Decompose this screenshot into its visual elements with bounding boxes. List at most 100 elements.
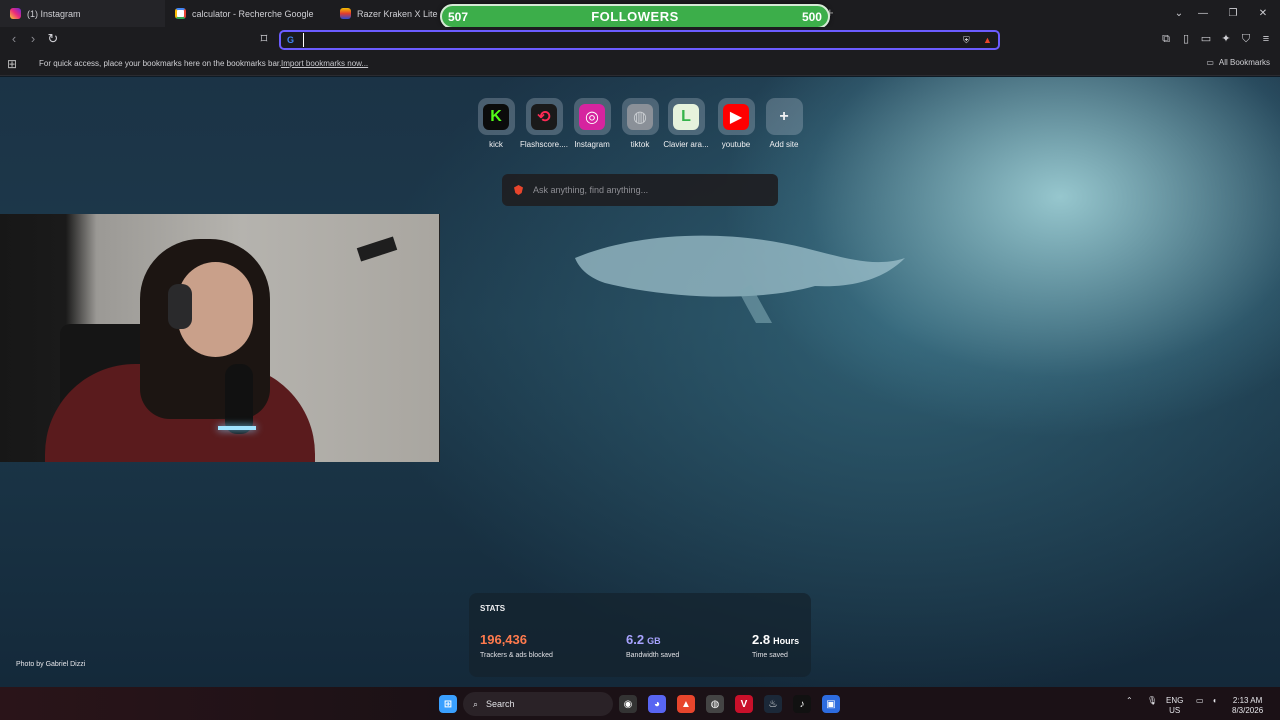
leo-ai-icon[interactable]: ✦ (1218, 31, 1234, 47)
volume-icon[interactable]: ◖ (1212, 696, 1217, 706)
microphone-icon[interactable]: 🎙 (1147, 696, 1157, 706)
extensions-icon[interactable]: ⧉ (1158, 31, 1174, 47)
minimize-button[interactable]: — (1188, 0, 1218, 27)
headphone (168, 284, 192, 329)
photo-credit[interactable]: Photo by Gabriel Dizzi (16, 661, 85, 668)
tab-title: calculator - Recherche Google (192, 8, 314, 19)
shortcut-flashscore[interactable]: ⟲ Flashscore.... (519, 98, 569, 149)
razer-icon (340, 8, 351, 19)
menu-icon[interactable]: ≡ (1258, 31, 1274, 47)
tab-title: Razer Kraken X Lite (Noir (357, 8, 450, 19)
app-icon[interactable]: ◍ (706, 695, 724, 713)
stat-desc: Trackers & ads blocked (480, 652, 553, 659)
tiktok-icon[interactable]: ♪ (793, 695, 811, 713)
kick-icon: K (483, 103, 509, 130)
instagram-icon (10, 8, 21, 19)
google-icon: G (287, 35, 295, 45)
obs-icon[interactable]: ◉ (619, 695, 637, 713)
language-indicator[interactable]: ENG US (1166, 696, 1183, 716)
shortcut-label: Add site (769, 140, 799, 149)
app-window-icon[interactable]: ▣ (822, 695, 840, 713)
brave-lion-icon (514, 185, 523, 195)
search-placeholder: Ask anything, find anything... (533, 185, 649, 195)
tray-overflow-chevron-icon[interactable]: ⌃ (1126, 696, 1133, 706)
sidebar-icon[interactable]: ▯ (1178, 31, 1194, 47)
shortcut-kick[interactable]: K kick (471, 98, 521, 149)
stat-unit: GB (647, 636, 661, 646)
shortcut-youtube[interactable]: ▶ youtube (711, 98, 761, 149)
followers-current: 507 (448, 9, 469, 24)
tab-razer[interactable]: Razer Kraken X Lite (Noir (330, 0, 450, 27)
taskbar (0, 687, 1280, 720)
all-bookmarks-label: All Bookmarks (1218, 58, 1270, 67)
clock[interactable]: 2:13 AM 8/3/2026 (1232, 696, 1263, 716)
steam-icon[interactable]: ♨ (764, 695, 782, 713)
stat-bandwidth: 6.2 GB Bandwidth saved (626, 631, 679, 659)
stat-trackers: 196,436 Trackers & ads blocked (480, 631, 553, 659)
clavier-icon: L (673, 103, 699, 130)
lang-top: ENG (1166, 696, 1184, 705)
clock-time: 2:13 AM (1232, 696, 1263, 705)
shortcut-clavier-arabe[interactable]: L Clavier ara... (661, 98, 711, 149)
google-icon (175, 8, 186, 19)
all-bookmarks-button[interactable]: ▭ All Bookmarks (1206, 58, 1270, 67)
flashscore-icon: ⟲ (531, 103, 557, 130)
followers-label: FOLLOWERS (591, 9, 679, 24)
brave-rewards-icon[interactable]: ▲ (983, 35, 992, 45)
youtube-icon: ▶ (723, 103, 749, 130)
forward-arrow-icon[interactable]: › (25, 31, 41, 47)
address-bar[interactable]: G ⛨ ▲ (279, 30, 1000, 50)
taskbar-search[interactable]: ⌕ Search (463, 692, 613, 716)
globe-icon: ◍ (627, 103, 653, 130)
stat-value: 6.2 (626, 632, 645, 647)
stat-desc: Time saved (752, 652, 788, 659)
search-box[interactable]: Ask anything, find anything... (502, 174, 778, 206)
back-arrow-icon[interactable]: ‹ (6, 31, 22, 47)
clock-date: 8/3/2026 (1232, 706, 1264, 715)
mic-light (218, 426, 256, 430)
stat-unit: Hours (773, 636, 800, 646)
shortcut-label: tiktok (630, 140, 650, 149)
stat-value: 196,436 (480, 632, 527, 647)
brave-shields-icon[interactable]: ⛨ (963, 35, 970, 46)
wallet-icon[interactable]: ▭ (1198, 31, 1214, 47)
stat-value: 2.8 (752, 632, 771, 647)
bookmark-icon[interactable]: ⌑ (256, 31, 272, 47)
wall-shelf (356, 236, 398, 262)
bookmarks-bar: ⊞ For quick access, place your bookmarks… (0, 52, 1280, 76)
microphone (225, 364, 253, 434)
valorant-icon[interactable]: V (735, 695, 753, 713)
windows-start-icon[interactable]: ⊞ (439, 695, 457, 713)
stats-title: STATS (480, 604, 506, 613)
tab-instagram[interactable]: (1) Instagram (0, 0, 165, 27)
shortcut-label: youtube (721, 140, 751, 149)
apps-grid-icon[interactable]: ⊞ (7, 57, 17, 71)
shortcut-label: Flashscore.... (519, 140, 568, 149)
search-icon: ⌕ (473, 698, 479, 709)
reload-icon[interactable]: ↻ (45, 31, 61, 47)
stat-desc: Bandwidth saved (626, 652, 680, 659)
stats-widget: STATS 196,436 Trackers & ads blocked 6.2… (469, 593, 811, 677)
tab-title: (1) Instagram (27, 8, 81, 19)
bookmarks-message: For quick access, place your bookmarks h… (39, 59, 282, 68)
instagram-icon: ◎ (579, 103, 605, 130)
close-button[interactable]: ✕ (1248, 0, 1278, 27)
followers-goal-overlay: 507 FOLLOWERS 500 (440, 4, 830, 29)
tab-google-calculator[interactable]: calculator - Recherche Google (165, 0, 330, 27)
brave-icon[interactable]: ▲ (677, 695, 695, 713)
followers-goal: 500 (801, 9, 822, 24)
address-input[interactable] (303, 33, 943, 47)
shortcut-instagram[interactable]: ◎ Instagram (567, 98, 617, 149)
network-icon[interactable]: ▭ (1196, 696, 1204, 706)
shortcut-add-site[interactable]: + Add site (759, 98, 809, 149)
vpn-shield-icon[interactable]: ⛉ (1238, 31, 1254, 47)
webcam-overlay (0, 214, 440, 462)
shortcut-tiktok[interactable]: ◍ tiktok (615, 98, 665, 149)
plus-icon: + (779, 107, 789, 125)
taskbar-search-label: Search (486, 699, 515, 709)
shortcut-label: Clavier ara... (663, 140, 709, 149)
discord-icon[interactable]: ◕ (648, 695, 666, 713)
restore-button[interactable]: ❐ (1218, 0, 1248, 27)
lang-bottom: US (1169, 706, 1181, 715)
import-bookmarks-link[interactable]: Import bookmarks now... (281, 59, 368, 68)
